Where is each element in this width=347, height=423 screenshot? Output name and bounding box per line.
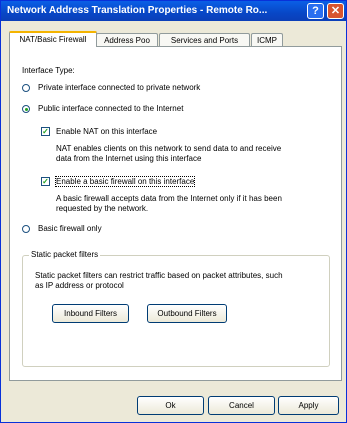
inbound-filters-button[interactable]: Inbound Filters <box>52 304 129 323</box>
filters-description-line1: Static packet filters can restrict traff… <box>35 271 283 280</box>
enable-nat-description-line1: NAT enables clients on this network to s… <box>56 144 282 153</box>
basic-firewall-only-radio[interactable] <box>22 225 30 233</box>
filters-description-line2: as IP address or protocol <box>35 281 124 290</box>
tab-nat-basic-firewall[interactable]: NAT/Basic Firewall <box>9 31 97 47</box>
enable-firewall-label[interactable]: Enable a basic firewall on this interfac… <box>54 176 196 187</box>
properties-dialog: Network Address Translation Properties -… <box>0 0 347 423</box>
outbound-filters-button[interactable]: Outbound Filters <box>147 304 227 323</box>
enable-firewall-checkbox[interactable]: ✓ <box>41 177 50 186</box>
tab-address-pool[interactable]: Address Poo <box>96 33 158 46</box>
help-icon[interactable]: ? <box>307 3 324 19</box>
enable-nat-checkbox[interactable]: ✓ <box>41 127 50 136</box>
apply-button[interactable]: Apply <box>278 396 339 415</box>
firewall-description-line2: requested by the network. <box>56 204 149 213</box>
title-bar[interactable]: Network Address Translation Properties -… <box>1 1 346 21</box>
window-title: Network Address Translation Properties -… <box>7 5 268 16</box>
radio-selected-dot <box>24 107 28 111</box>
tab-panel: Interface Type: Private interface connec… <box>9 46 342 381</box>
basic-firewall-only-label[interactable]: Basic firewall only <box>38 224 102 233</box>
public-interface-radio[interactable] <box>22 105 30 113</box>
tab-icmp[interactable]: ICMP <box>251 33 283 46</box>
cancel-button[interactable]: Cancel <box>208 396 275 415</box>
static-packet-filters-heading: Static packet filters <box>29 250 101 259</box>
ok-button[interactable]: Ok <box>137 396 204 415</box>
firewall-description-line1: A basic firewall accepts data from the I… <box>56 194 282 203</box>
enable-nat-description-line2: data from the Internet using this interf… <box>56 154 202 163</box>
enable-nat-label[interactable]: Enable NAT on this interface <box>56 127 157 136</box>
tab-services-and-ports[interactable]: Services and Ports <box>159 33 250 46</box>
private-interface-radio[interactable] <box>22 84 30 92</box>
private-interface-label[interactable]: Private interface connected to private n… <box>38 83 200 92</box>
interface-type-heading: Interface Type: <box>22 66 75 75</box>
static-packet-filters-group: Static packet filters Static packet filt… <box>22 250 330 367</box>
public-interface-label[interactable]: Public interface connected to the Intern… <box>38 104 183 113</box>
close-icon[interactable]: ✕ <box>327 3 344 19</box>
